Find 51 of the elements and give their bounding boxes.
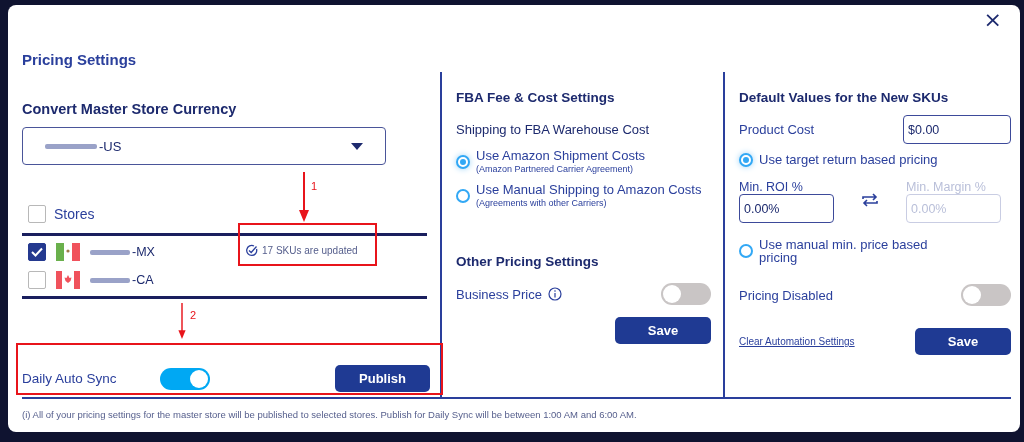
annotation-label: 2 [190, 309, 197, 321]
flag-icon [56, 243, 80, 261]
sync-status: 17 SKUs are updated [262, 245, 358, 256]
toggle-switch[interactable] [160, 367, 210, 390]
caret-icon [351, 142, 363, 150]
radio-button[interactable] [739, 152, 753, 167]
clear-settings-link[interactable]: Clear Automation Settings [739, 336, 855, 347]
swap-icon[interactable] [861, 191, 879, 209]
product-cost-field[interactable]: $0.00 [903, 115, 1011, 144]
currency-dropdown[interactable]: -US [22, 127, 386, 165]
radio-button[interactable] [456, 154, 470, 169]
min-roi-field[interactable]: 0.00% [739, 194, 834, 223]
info-icon[interactable] [548, 287, 562, 301]
business-price-label: Business Price [456, 286, 542, 302]
annotation-arrow [299, 172, 309, 222]
section-heading: Other Pricing Settings [456, 254, 600, 269]
radio-button[interactable] [456, 188, 470, 203]
stores-label: Stores [54, 206, 95, 222]
section-subheading: Shipping to FBA Warehouse Cost [456, 122, 651, 137]
section-heading: FBA Fee & Cost Settings [456, 90, 616, 105]
annotation-arrow [177, 303, 187, 339]
store-name: -CA [132, 273, 154, 287]
checkbox[interactable] [28, 205, 46, 223]
toggle-switch[interactable] [961, 284, 1011, 306]
flag-icon [56, 271, 80, 289]
product-cost-label: Product Cost [739, 122, 815, 137]
option-label: Use target return based pricing [759, 152, 938, 167]
option-note: (Amazon Partnered Carrier Agreement) [476, 164, 635, 174]
option-label: Use manual min. price based pricing [759, 238, 929, 264]
daily-sync-label: Daily Auto Sync [22, 371, 118, 386]
store-name: -MX [132, 245, 155, 259]
save-button[interactable]: Save [615, 317, 711, 344]
section-heading: Default Values for the New SKUs [739, 90, 950, 105]
checkbox[interactable] [28, 271, 46, 289]
pricing-disabled-label: Pricing Disabled [739, 287, 833, 303]
radio-button[interactable] [739, 244, 753, 258]
checkbox[interactable] [28, 243, 46, 261]
toggle-switch[interactable] [661, 283, 711, 305]
field-label: Min. ROI % [739, 180, 804, 194]
option-label: Use Amazon Shipment Costs [476, 149, 647, 162]
annotation-label: 1 [311, 180, 318, 192]
check-circle-icon [245, 244, 258, 257]
field-label: Min. Margin % [906, 180, 987, 194]
close-button[interactable]: × [979, 8, 1006, 32]
save-button[interactable]: Save [915, 328, 1011, 355]
option-note: (Agreements with other Carriers) [476, 198, 608, 208]
dialog-title: Pricing Settings [22, 51, 137, 68]
option-label: Use Manual Shipping to Amazon Costs [476, 183, 703, 196]
section-heading: Convert Master Store Currency [22, 101, 238, 117]
footnote: (i) All of your pricing settings for the master store will be published to selected stores. Publish for Daily Sync will be between 1:00 AM and 6:00 AM. [22, 409, 637, 420]
publish-button[interactable]: Publish [335, 365, 430, 392]
